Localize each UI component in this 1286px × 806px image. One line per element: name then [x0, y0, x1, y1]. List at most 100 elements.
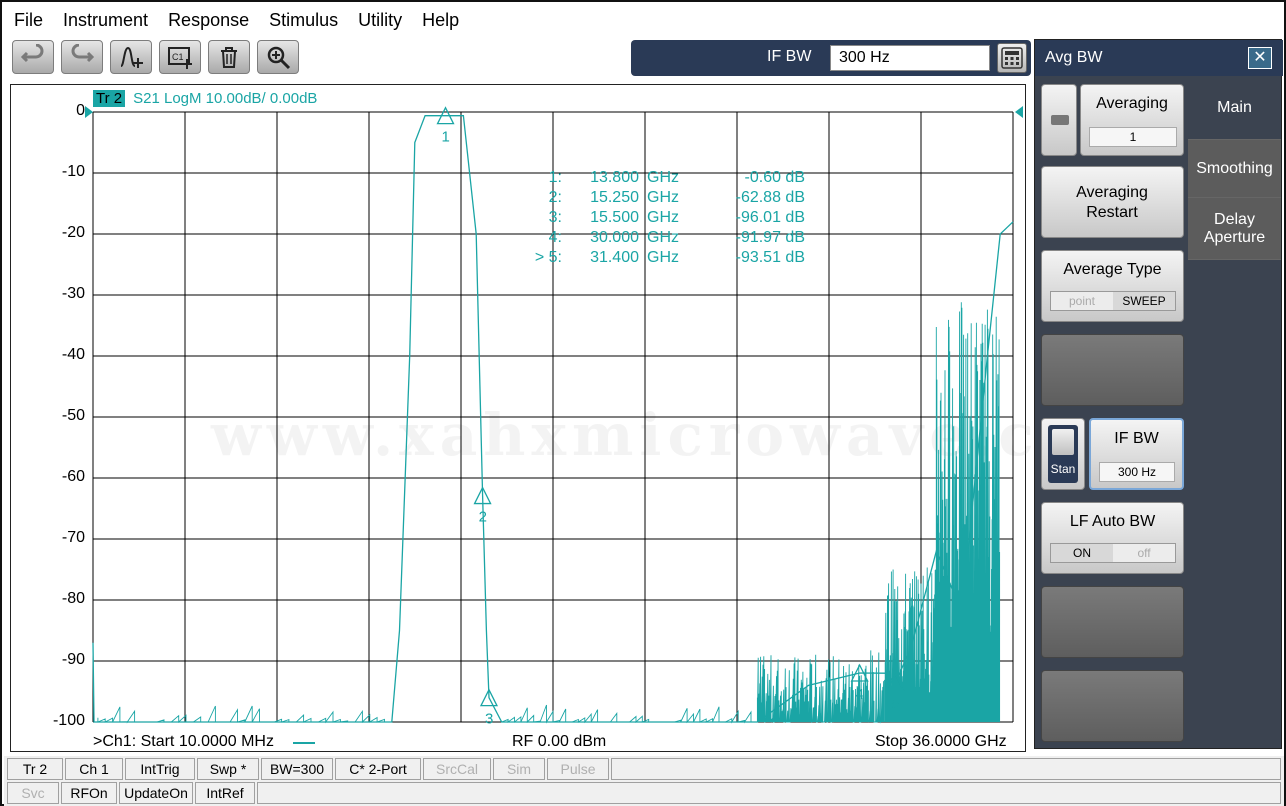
empty-softkey-3	[1041, 670, 1184, 742]
marker-unit: GHz	[647, 229, 679, 246]
status-int-ref[interactable]: IntRef	[195, 782, 255, 804]
averaging-label: Averaging	[1096, 95, 1168, 112]
status-sweep[interactable]: Swp *	[197, 758, 259, 780]
marker-value: -62.88 dB	[735, 189, 805, 206]
undo-icon	[20, 44, 44, 63]
status-trace[interactable]: Tr 2	[7, 758, 63, 780]
marker-value: -93.51 dB	[735, 249, 805, 266]
vna-window: File Instrument Response Stimulus Utilit…	[0, 0, 1286, 806]
averaging-restart-button[interactable]: Averaging Restart	[1041, 166, 1184, 238]
marker-unit: GHz	[647, 249, 679, 266]
ifbw-softkey-value: 300 Hz	[1099, 462, 1175, 482]
redo-button[interactable]	[61, 40, 103, 74]
stan-indicator: Stan	[1048, 425, 1078, 483]
status-update-on[interactable]: UpdateOn	[119, 782, 193, 804]
lf-auto-bw-label: LF Auto BW	[1069, 513, 1156, 530]
start-frequency[interactable]: >Ch1: Start 10.0000 MHz	[93, 733, 274, 751]
add-trace-icon	[120, 46, 143, 68]
keypad-icon	[1001, 47, 1023, 69]
average-type-sweep: SWEEP	[1113, 292, 1175, 310]
marker-id: 2:	[548, 189, 562, 206]
status-rf-on[interactable]: RFOn	[61, 782, 117, 804]
status-calibration[interactable]: C* 2-Port	[335, 758, 421, 780]
svg-text:C1: C1	[172, 52, 184, 62]
menu-file[interactable]: File	[4, 4, 53, 36]
status-sim[interactable]: Sim	[493, 758, 545, 780]
averaging-toggle[interactable]	[1041, 84, 1077, 156]
ifbw-softkey-label: IF BW	[1114, 430, 1159, 447]
rf-power[interactable]: RF 0.00 dBm	[512, 733, 606, 751]
marker-unit: GHz	[647, 209, 679, 226]
tab-delay-aperture[interactable]: Delay Aperture	[1188, 198, 1281, 260]
marker-freq: 13.800	[590, 169, 639, 186]
status-bandwidth[interactable]: BW=300	[261, 758, 333, 780]
lf-auto-bw-off: off	[1113, 544, 1175, 562]
status-trigger[interactable]: IntTrig	[125, 758, 195, 780]
add-channel-button[interactable]: C1	[159, 40, 201, 74]
status-svc[interactable]: Svc	[7, 782, 59, 804]
keypad-button[interactable]	[997, 43, 1027, 73]
marker-id: > 5:	[534, 249, 562, 266]
trace-color-swatch	[293, 742, 315, 744]
softkey-panel: Avg BW ✕ Averaging 1 Averaging Restart A…	[1034, 39, 1283, 749]
menu-response[interactable]: Response	[158, 4, 259, 36]
stan-knob	[1052, 429, 1074, 455]
status-src-cal[interactable]: SrcCal	[423, 758, 491, 780]
ifbw-softkey[interactable]: IF BW 300 Hz	[1089, 418, 1184, 490]
tab-smoothing[interactable]: Smoothing	[1188, 140, 1281, 198]
empty-softkey-2	[1041, 586, 1184, 658]
trash-icon	[221, 47, 237, 68]
marker-freq: 15.500	[590, 209, 639, 226]
menu-stimulus[interactable]: Stimulus	[259, 4, 348, 36]
marker-freq: 31.400	[590, 249, 639, 266]
ifbw-entry-input[interactable]: 300 Hz	[830, 45, 990, 71]
stan-label: Stan	[1050, 462, 1076, 476]
menubar: File Instrument Response Stimulus Utilit…	[4, 4, 1284, 36]
marker-number: 5	[891, 695, 899, 712]
stop-frequency[interactable]: Stop 36.0000 GHz	[875, 733, 1007, 751]
zoom-in-icon	[267, 46, 291, 70]
add-channel-icon: C1	[168, 47, 192, 69]
marker-number: 3	[485, 711, 493, 728]
tab-main[interactable]: Main	[1188, 76, 1281, 140]
undo-button[interactable]	[12, 40, 54, 74]
menu-instrument[interactable]: Instrument	[53, 4, 158, 36]
marker-value: -91.97 dB	[735, 229, 805, 246]
menu-help[interactable]: Help	[412, 4, 469, 36]
marker-number: 1	[442, 129, 450, 146]
status-pulse[interactable]: Pulse	[547, 758, 609, 780]
zoom-button[interactable]	[257, 40, 299, 74]
close-panel-button[interactable]: ✕	[1248, 47, 1272, 69]
delete-button[interactable]	[208, 40, 250, 74]
marker-number: 4	[856, 686, 864, 703]
marker-id: 1:	[548, 169, 562, 186]
lf-auto-bw-on: ON	[1051, 544, 1113, 562]
marker-number: 2	[479, 509, 487, 526]
averaging-value: 1	[1089, 127, 1177, 147]
status-channel[interactable]: Ch 1	[65, 758, 123, 780]
toolbar: C1 IF BW 300 Hz	[4, 36, 1032, 80]
reference-right-arrow	[1015, 106, 1023, 118]
status-blank-2	[257, 782, 1281, 804]
redo-icon	[71, 44, 95, 63]
ifbw-entry-label: IF BW	[767, 48, 812, 65]
marker-value: -0.60 dB	[744, 169, 805, 186]
toggle-indicator	[1051, 115, 1069, 125]
marker-value: -96.01 dB	[735, 209, 805, 226]
average-type-label: Average Type	[1063, 261, 1162, 278]
stan-toggle[interactable]: Stan	[1041, 418, 1085, 490]
marker-unit: GHz	[647, 189, 679, 206]
average-type-point: point	[1051, 292, 1113, 310]
lf-auto-bw-button[interactable]: LF Auto BW ON off	[1041, 502, 1184, 574]
ifbw-entry-bar: IF BW 300 Hz	[631, 40, 1031, 76]
trace-noise	[935, 302, 1001, 723]
marker-id: 4:	[548, 229, 562, 246]
averaging-button[interactable]: Averaging 1	[1080, 84, 1184, 156]
add-trace-button[interactable]	[110, 40, 152, 74]
plot-window[interactable]: www.xahxmicrowave.com Tr 2 S21 LogM 10.0…	[10, 84, 1146, 752]
marker-id: 3:	[548, 209, 562, 226]
average-type-button[interactable]: Average Type point SWEEP	[1041, 250, 1184, 322]
menu-utility[interactable]: Utility	[348, 4, 412, 36]
marker-freq: 15.250	[590, 189, 639, 206]
softkey-column: Averaging 1 Averaging Restart Average Ty…	[1035, 76, 1188, 748]
